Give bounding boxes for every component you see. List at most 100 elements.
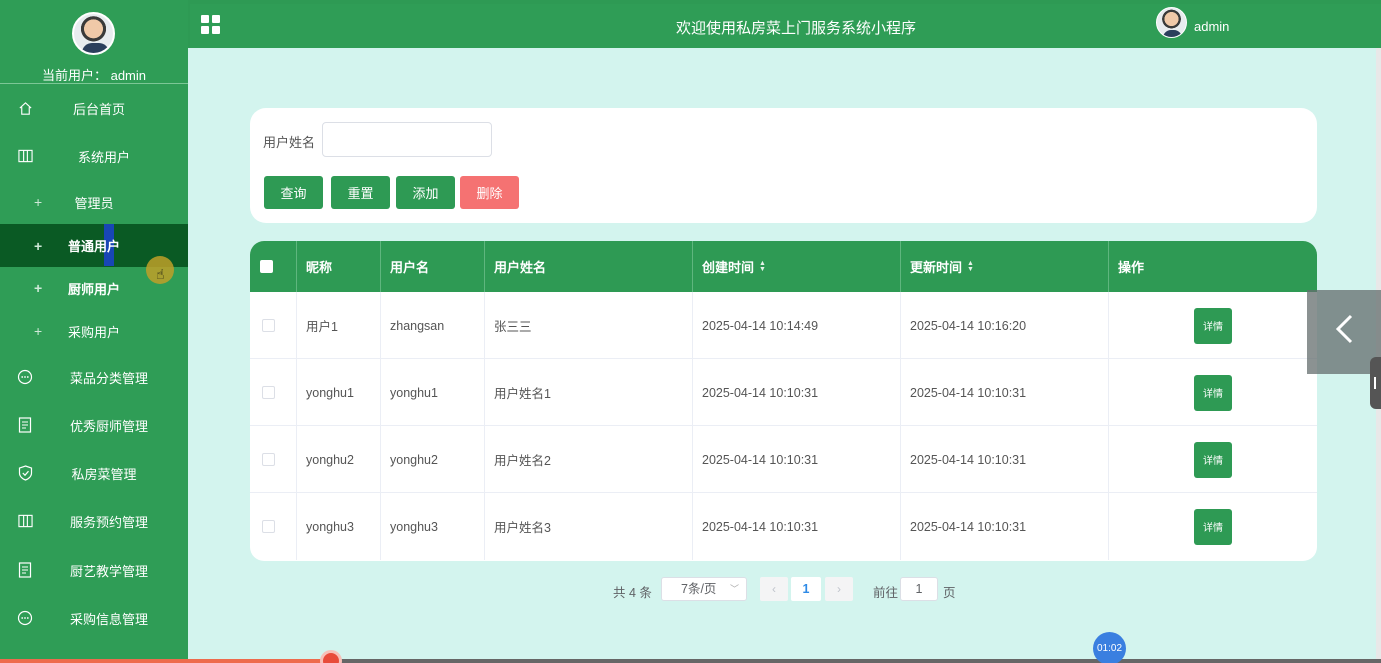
- sort-icon[interactable]: ▲ ▼: [967, 260, 974, 273]
- page-suffix: 页: [943, 586, 956, 600]
- header-username[interactable]: admin: [1194, 19, 1229, 34]
- cell-actions: 详情: [1109, 426, 1317, 493]
- select-all-cell: [250, 241, 297, 292]
- cell-updated: 2025-04-14 10:10:31: [901, 493, 1109, 560]
- row-select-cell: [250, 493, 297, 560]
- column-header-username: 用户名: [381, 241, 485, 292]
- hand-cursor-icon: ☝: [156, 266, 165, 282]
- chevron-right-icon: ›: [837, 582, 841, 596]
- detail-button[interactable]: 详情: [1194, 508, 1232, 545]
- detail-button[interactable]: 详情: [1194, 441, 1232, 478]
- cell-updated: 2025-04-14 10:10:31: [901, 426, 1109, 493]
- table-row: yonghu3 yonghu3 用户姓名3 2025-04-14 10:10:3…: [250, 493, 1317, 560]
- cell-updated: 2025-04-14 10:16:20: [901, 292, 1109, 359]
- sidebar-item-service-booking[interactable]: 服务预约管理: [0, 499, 188, 543]
- menu-toggle-icon[interactable]: [201, 15, 220, 34]
- sidebar-item-label: 优秀厨师管理: [69, 418, 148, 434]
- detail-button[interactable]: 详情: [1194, 307, 1232, 344]
- cell-name: 用户姓名1: [485, 359, 693, 426]
- row-select-cell: [250, 359, 297, 426]
- avatar[interactable]: [72, 12, 115, 55]
- column-header-nickname: 昵称: [297, 241, 381, 292]
- detail-button[interactable]: 详情: [1194, 374, 1232, 411]
- name-search-input[interactable]: [322, 122, 492, 157]
- users-table: 昵称 用户名 用户姓名 创建时间 ▲ ▼ 更新时间 ▲ ▼ 操作 用户1 zhang…: [250, 241, 1317, 561]
- sidebar-item-label: 采购用户: [67, 324, 120, 340]
- cell-created: 2025-04-14 10:10:31: [693, 493, 901, 560]
- delete-button[interactable]: 删除: [460, 176, 519, 209]
- table-row: 用户1 zhangsan 张三三 2025-04-14 10:14:49 202…: [250, 292, 1317, 359]
- cell-nickname: yonghu3: [297, 493, 381, 560]
- side-drag-handle[interactable]: [1370, 357, 1381, 409]
- sidebar: 当前用户： admin 后台首页 系统用户 + 管理员 + 普通用户 + 厨师用…: [0, 0, 188, 663]
- sidebar-item-label: 服务预约管理: [69, 514, 148, 530]
- column-header-updated[interactable]: 更新时间 ▲ ▼: [901, 241, 1109, 292]
- cell-actions: 详情: [1109, 292, 1317, 359]
- row-checkbox[interactable]: [262, 386, 275, 399]
- sidebar-item-private-dish[interactable]: 私房菜管理: [0, 451, 188, 495]
- sidebar-item-label: 系统用户: [77, 149, 130, 165]
- sidebar-item-label: 管理员: [74, 195, 114, 211]
- main-content: 用户姓名 查询 重置 添加 删除 昵称 用户名 用户姓名 创建时间 ▲ ▼ 更新时…: [188, 48, 1381, 661]
- sidebar-item-purchase-users[interactable]: + 采购用户: [0, 309, 188, 353]
- cell-created: 2025-04-14 10:10:31: [693, 426, 901, 493]
- cell-username: yonghu1: [381, 359, 485, 426]
- table-row: yonghu2 yonghu2 用户姓名2 2025-04-14 10:10:3…: [250, 426, 1317, 493]
- query-button[interactable]: 查询: [264, 176, 323, 209]
- cell-nickname: 用户1: [297, 292, 381, 359]
- page-size-value: 7条/页: [681, 582, 717, 596]
- page-number-current[interactable]: 1: [791, 577, 821, 601]
- cell-nickname: yonghu2: [297, 426, 381, 493]
- sidebar-item-label: 私房菜管理: [71, 466, 137, 482]
- search-panel: 用户姓名 查询 重置 添加 删除: [250, 108, 1317, 223]
- search-label: 用户姓名: [263, 135, 316, 150]
- cell-created: 2025-04-14 10:14:49: [693, 292, 901, 359]
- select-all-checkbox[interactable]: [260, 260, 273, 273]
- sidebar-item-label: 菜品分类管理: [69, 370, 148, 386]
- cell-name: 用户姓名3: [485, 493, 693, 560]
- current-user-label: 当前用户： admin: [41, 68, 147, 83]
- prev-page-button[interactable]: ‹: [760, 577, 788, 601]
- row-checkbox[interactable]: [262, 319, 275, 332]
- sidebar-item-admin[interactable]: + 管理员: [0, 180, 188, 224]
- page-title: 欢迎使用私房菜上门服务系统小程序: [676, 20, 917, 37]
- column-header-name: 用户姓名: [485, 241, 693, 292]
- table-row: yonghu1 yonghu1 用户姓名1 2025-04-14 10:10:3…: [250, 359, 1317, 426]
- add-button[interactable]: 添加: [396, 176, 455, 209]
- pagination-total: 共 4 条: [613, 586, 652, 600]
- sidebar-item-label: 后台首页: [72, 101, 125, 117]
- video-progress-fill: [0, 659, 332, 663]
- sidebar-item-home[interactable]: 后台首页: [0, 86, 188, 130]
- sidebar-item-label: 普通用户: [67, 239, 120, 254]
- cell-name: 张三三: [485, 292, 693, 359]
- chevron-left-icon: [1333, 310, 1355, 355]
- sort-icon[interactable]: ▲ ▼: [759, 260, 766, 273]
- top-header: 欢迎使用私房菜上门服务系统小程序 admin: [190, 4, 1381, 48]
- sidebar-user-block: 当前用户： admin: [0, 0, 188, 84]
- sidebar-item-cooking-teaching[interactable]: 厨艺教学管理: [0, 548, 188, 592]
- table-header: 昵称 用户名 用户姓名 创建时间 ▲ ▼ 更新时间 ▲ ▼ 操作: [250, 241, 1317, 292]
- header-avatar[interactable]: [1156, 7, 1187, 38]
- row-select-cell: [250, 426, 297, 493]
- next-page-button[interactable]: ›: [825, 577, 853, 601]
- column-header-created[interactable]: 创建时间 ▲ ▼: [693, 241, 901, 292]
- sidebar-item-purchase-info[interactable]: 采购信息管理: [0, 596, 188, 640]
- row-checkbox[interactable]: [262, 453, 275, 466]
- cell-username: zhangsan: [381, 292, 485, 359]
- cell-nickname: yonghu1: [297, 359, 381, 426]
- page-size-select[interactable]: 7条/页 ﹀: [661, 577, 747, 601]
- chevron-left-icon: ‹: [772, 582, 776, 596]
- goto-page-input[interactable]: 1: [900, 577, 938, 601]
- row-checkbox[interactable]: [262, 520, 275, 533]
- reset-button[interactable]: 重置: [331, 176, 390, 209]
- sidebar-item-system-users[interactable]: 系统用户: [0, 134, 188, 178]
- sidebar-item-chef-management[interactable]: 优秀厨师管理: [0, 403, 188, 447]
- cell-created: 2025-04-14 10:10:31: [693, 359, 901, 426]
- sidebar-item-dish-category[interactable]: 菜品分类管理: [0, 355, 188, 399]
- cell-username: yonghu2: [381, 426, 485, 493]
- goto-label: 前往: [873, 586, 899, 600]
- cell-actions: 详情: [1109, 359, 1317, 426]
- row-select-cell: [250, 292, 297, 359]
- sidebar-item-label: 采购信息管理: [69, 611, 148, 627]
- cell-name: 用户姓名2: [485, 426, 693, 493]
